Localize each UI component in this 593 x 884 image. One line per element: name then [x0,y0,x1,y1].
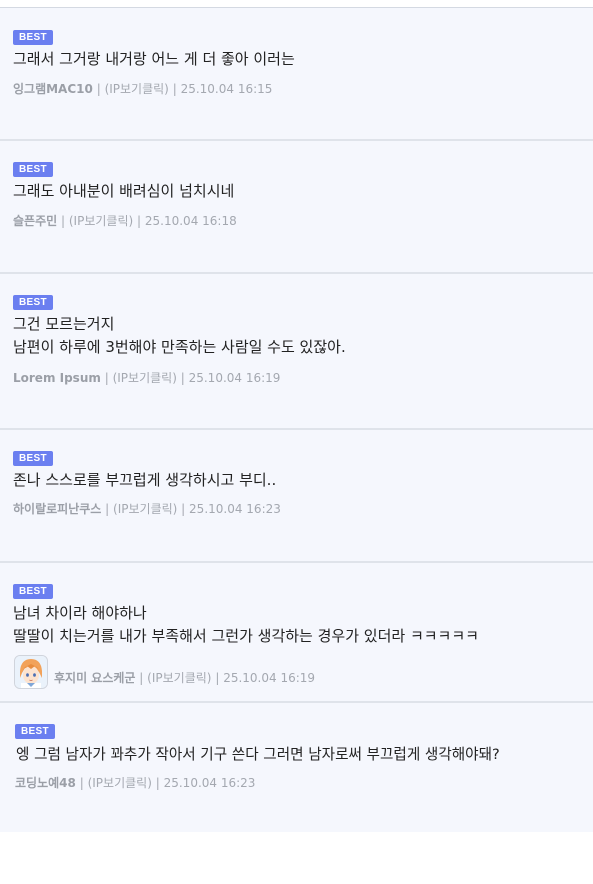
author-nickname[interactable]: 코딩노예48 [15,776,76,790]
author-nickname[interactable]: Lorem Ipsum [13,371,101,385]
comment-line: 그래도 아내분이 배려심이 넘치시네 [13,182,235,200]
comment-item: BEST 남녀 차이라 해야하나 딸딸이 치는거를 내가 부족해서 그런가 생각… [0,563,593,703]
best-badge: BEST [13,162,53,177]
meta-separator: | [215,671,220,685]
meta-separator: | [180,371,185,385]
comment-text: 엥 그럼 남자가 꽈추가 작아서 기구 쓴다 그러면 남자로써 부끄럽게 생각해… [16,743,593,766]
comment-item: BEST 그래도 아내분이 배려심이 넘치시네 슬픈주민 | (IP보기클릭) … [0,141,593,274]
meta-separator: | [104,371,109,385]
ip-view-link[interactable]: (IP보기클릭) [113,502,177,516]
meta-separator: | [79,776,84,790]
comment-text: 남녀 차이라 해야하나 딸딸이 치는거를 내가 부족해서 그런가 생각하는 경우… [13,602,593,648]
meta-separator: | [61,214,66,228]
author-nickname[interactable]: 후지미 요스케군 [54,671,135,685]
comment-line: 남녀 차이라 해야하나 [13,604,147,622]
comment-item: BEST 그래서 그거랑 내거랑 어느 게 더 좋아 이러는 잉그램MAC10 … [0,8,593,141]
comment-date: 25.10.04 16:19 [188,371,281,385]
comment-line: 존나 스스로를 부끄럽게 생각하시고 부디.. [13,471,277,489]
comment-item: BEST 그건 모르는거지 남편이 하루에 3번해야 만족하는 사람일 수도 있… [0,274,593,430]
anime-avatar-icon[interactable] [14,655,48,689]
comment-item: BEST 엥 그럼 남자가 꽈추가 작아서 기구 쓴다 그러면 남자로써 부끄럽… [0,703,593,832]
meta-separator: | [172,82,177,96]
best-comment-list: BEST 그래서 그거랑 내거랑 어느 게 더 좋아 이러는 잉그램MAC10 … [0,7,593,832]
meta-separator: | [96,82,101,96]
meta-separator: | [139,671,144,685]
ip-view-link[interactable]: (IP보기클릭) [105,82,169,96]
author-nickname[interactable]: 잉그램MAC10 [13,82,93,96]
best-badge: BEST [13,451,53,466]
comment-item: BEST 존나 스스로를 부끄럽게 생각하시고 부디.. 하이랄로피난쿠스 | … [0,430,593,563]
comment-meta: Lorem Ipsum | (IP보기클릭) | 25.10.04 16:19 [13,369,280,386]
comment-meta: 하이랄로피난쿠스 | (IP보기클릭) | 25.10.04 16:23 [13,500,281,517]
comment-line: 그래서 그거랑 내거랑 어느 게 더 좋아 이러는 [13,50,295,68]
comment-line: 엥 그럼 남자가 꽈추가 작아서 기구 쓴다 그러면 남자로써 부끄럽게 생각해… [16,746,500,763]
best-badge: BEST [13,295,53,310]
comment-text: 그건 모르는거지 남편이 하루에 3번해야 만족하는 사람일 수도 있잖아. [13,313,593,359]
comment-date: 25.10.04 16:18 [144,214,237,228]
meta-separator: | [105,502,110,516]
comment-line: 그건 모르는거지 [13,315,115,333]
best-badge: BEST [13,584,53,599]
comment-meta: 잉그램MAC10 | (IP보기클릭) | 25.10.04 16:15 [13,80,272,97]
best-badge: BEST [15,724,55,739]
comment-meta: 후지미 요스케군 | (IP보기클릭) | 25.10.04 16:19 [54,669,315,686]
comment-date: 25.10.04 16:15 [180,82,273,96]
comment-meta: 슬픈주민 | (IP보기클릭) | 25.10.04 16:18 [13,212,237,229]
comment-text: 존나 스스로를 부끄럽게 생각하시고 부디.. [13,469,593,492]
ip-view-link[interactable]: (IP보기클릭) [113,371,177,385]
author-nickname[interactable]: 하이랄로피난쿠스 [13,502,101,516]
best-badge: BEST [13,30,53,45]
ip-view-link[interactable]: (IP보기클릭) [88,776,152,790]
comment-date: 25.10.04 16:23 [189,502,281,516]
comment-text: 그래서 그거랑 내거랑 어느 게 더 좋아 이러는 [13,48,593,71]
meta-separator: | [155,776,160,790]
ip-view-link[interactable]: (IP보기클릭) [147,671,211,685]
comment-date: 25.10.04 16:23 [163,776,256,790]
comment-date: 25.10.04 16:19 [223,671,316,685]
comment-meta: 코딩노예48 | (IP보기클릭) | 25.10.04 16:23 [15,774,255,791]
comment-text: 그래도 아내분이 배려심이 넘치시네 [13,180,593,203]
author-nickname[interactable]: 슬픈주민 [13,214,57,228]
meta-separator: | [137,214,142,228]
comment-line: 딸딸이 치는거를 내가 부족해서 그런가 생각하는 경우가 있더라 ㅋㅋㅋㅋㅋ [13,627,479,645]
meta-separator: | [181,502,186,516]
ip-view-link[interactable]: (IP보기클릭) [69,214,133,228]
comment-line: 남편이 하루에 3번해야 만족하는 사람일 수도 있잖아. [13,338,346,356]
